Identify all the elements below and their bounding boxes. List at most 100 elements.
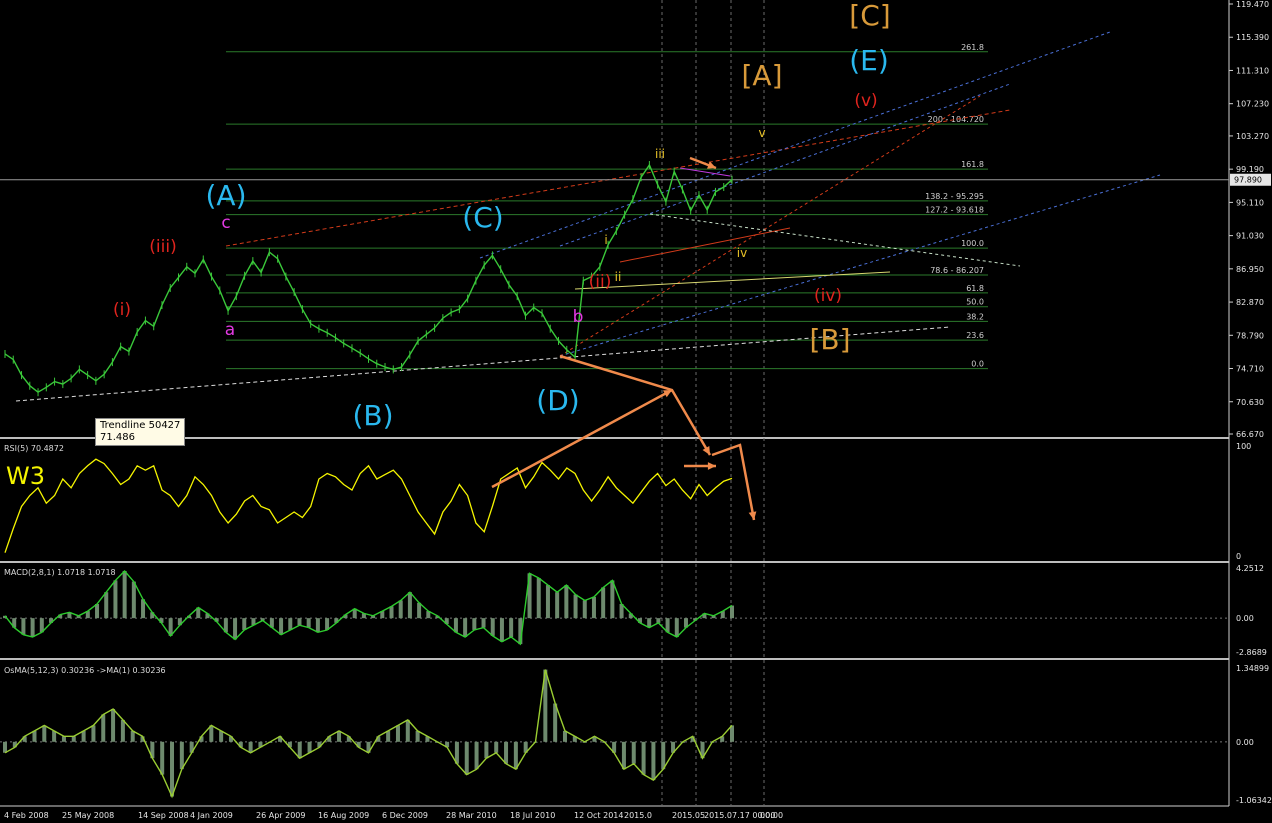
osma-bar <box>504 741 509 764</box>
macd-bar <box>95 603 100 619</box>
osma-bar <box>631 741 636 764</box>
wave-label: (E) <box>849 44 889 77</box>
time-axis-label: 25 May 2008 <box>62 811 114 820</box>
osma-bar <box>651 741 656 781</box>
time-axis-label: 00:00 <box>760 811 783 820</box>
macd-bar <box>674 618 679 638</box>
macd-bar <box>288 618 293 630</box>
osma-bar <box>130 730 135 742</box>
osma-bar <box>170 741 175 797</box>
osma-bar <box>81 730 86 742</box>
osma-axis-label: 1.34899 <box>1236 664 1269 673</box>
price-axis-label: 86.950 <box>1236 265 1264 274</box>
macd-bar <box>279 618 284 635</box>
time-axis-label: 6 Dec 2009 <box>382 811 428 820</box>
fib-level-label: 161.8 <box>961 160 984 169</box>
macd-bar <box>564 585 569 619</box>
annotation-arrow <box>559 354 712 456</box>
fib-level-label: 61.8 <box>966 284 984 293</box>
macd-bar <box>472 618 477 630</box>
price-axis-label: 78.790 <box>1236 331 1264 340</box>
macd-bar <box>297 618 302 626</box>
macd-bar <box>242 618 247 630</box>
wave-label: v <box>758 126 765 140</box>
wave-label: (D) <box>536 384 579 417</box>
trendline <box>559 174 1161 357</box>
macd-bar <box>499 618 504 642</box>
macd-bar <box>610 580 615 619</box>
macd-bar <box>122 570 127 619</box>
price-axis-label: 82.870 <box>1236 298 1264 307</box>
osma-bar <box>91 725 96 742</box>
price-axis-label: 103.270 <box>1236 132 1269 141</box>
wave-label: c <box>221 213 230 233</box>
wave-label: iv <box>737 246 747 260</box>
macd-axis-label: 0.00 <box>1236 614 1254 623</box>
price-axis-label: 66.670 <box>1236 430 1264 439</box>
time-axis-label: 12 Oct 2014 <box>574 811 623 820</box>
osma-bar <box>415 730 420 742</box>
tooltip-title: Trendline 50427 <box>100 420 181 431</box>
wave-label: (iv) <box>814 286 842 306</box>
osma-bar <box>160 741 165 775</box>
osma-bar <box>386 730 391 742</box>
fib-level-label: 38.2 <box>966 312 984 321</box>
osma-bar <box>120 719 125 742</box>
osma-bar <box>179 741 184 770</box>
macd-bar <box>407 592 412 619</box>
osma-bar <box>71 736 76 742</box>
price-axis-label: 95.110 <box>1236 198 1264 207</box>
chart-canvas[interactable]: 261.8 200 - 104.720 161.8 138.2 - 95.295 127… <box>0 0 1272 823</box>
macd-bar <box>113 580 118 619</box>
macd-bar <box>490 618 495 636</box>
wave-label: ii <box>615 270 622 284</box>
time-axis-label: 16 Aug 2009 <box>318 811 369 820</box>
wave-label: a <box>225 320 235 340</box>
price-axis-label: 74.710 <box>1236 365 1264 374</box>
price-axis-label: 119.470 <box>1236 0 1269 9</box>
rsi-axis-label: 0 <box>1236 552 1241 561</box>
osma-bar <box>621 741 626 770</box>
wave-label: [A] <box>741 59 782 92</box>
price-axis-label: 91.030 <box>1236 232 1264 241</box>
wave-label: (v) <box>854 91 877 111</box>
price-axis-label: 70.630 <box>1236 398 1264 407</box>
macd-bar <box>398 600 403 619</box>
osma-bar <box>661 741 666 770</box>
osma-bar <box>474 741 479 770</box>
fib-level-label: 100.0 <box>961 239 984 248</box>
price-axis-label: 115.390 <box>1236 33 1269 42</box>
osma-bar <box>307 741 312 753</box>
price-axis-label: 107.230 <box>1236 100 1269 109</box>
trendline <box>559 83 1011 247</box>
osma-bar <box>248 741 253 753</box>
fib-level-label: 50.0 <box>966 298 984 307</box>
trendline <box>619 227 791 263</box>
osma-bar <box>405 719 410 742</box>
trendline <box>559 95 981 357</box>
fib-level-label: 261.8 <box>961 43 984 52</box>
osma-bar <box>562 730 567 742</box>
price-axis-label: 111.310 <box>1236 66 1269 75</box>
time-axis-label: 2015.05 <box>672 811 705 820</box>
time-axis-label: 4 Jan 2009 <box>190 811 233 820</box>
osma-bar <box>61 736 66 742</box>
macd-bar <box>601 587 606 619</box>
annotation-arrow <box>711 443 756 521</box>
time-axis-label: 2015.0 <box>624 811 652 820</box>
tooltip-value: 71.486 <box>100 432 135 443</box>
macd-bar <box>104 592 109 619</box>
wave-label: b <box>573 307 584 327</box>
macd-bar <box>389 606 394 619</box>
osma-bar <box>219 730 224 742</box>
trendline-tooltip: Trendline 50427 71.486 <box>95 418 186 446</box>
time-axis-label: 26 Apr 2009 <box>256 811 305 820</box>
fib-level-label: 200 - 104.720 <box>928 115 984 124</box>
macd-title: MACD(2,8,1) 1.0718 1.0718 <box>4 568 116 577</box>
rsi-annotation: W3 <box>6 462 45 490</box>
osma-bar <box>32 730 37 742</box>
osma-bar <box>52 730 57 742</box>
macd-bar <box>582 600 587 619</box>
wave-label: iii <box>655 147 665 161</box>
macd-bar <box>233 618 238 640</box>
